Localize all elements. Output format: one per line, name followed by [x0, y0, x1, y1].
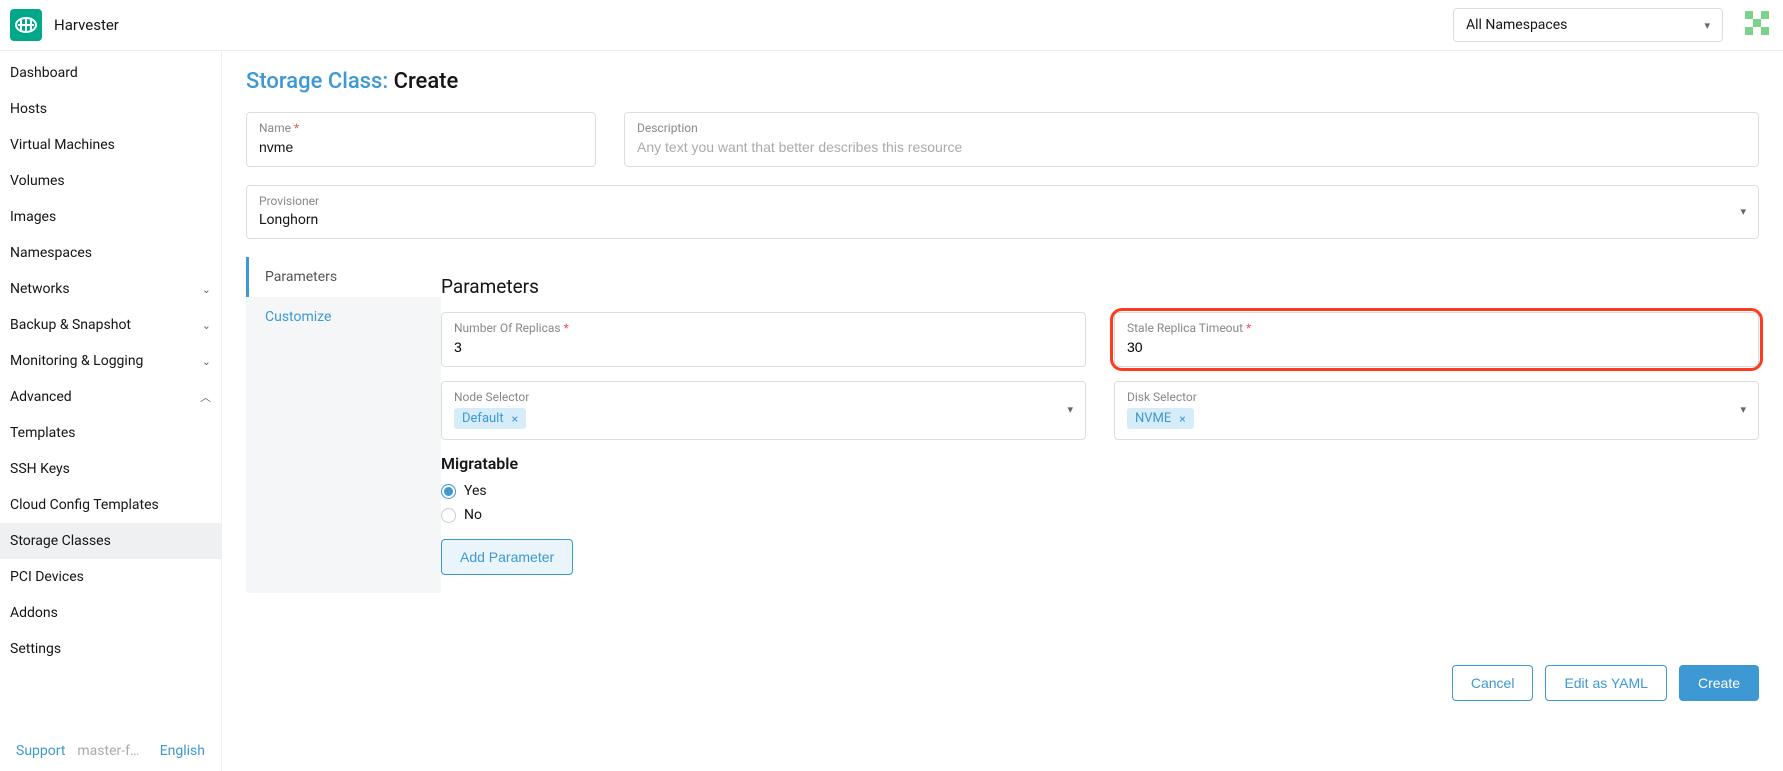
nav-cloud-config-templates[interactable]: Cloud Config Templates [0, 487, 221, 523]
tab-parameters[interactable]: Parameters [246, 257, 441, 297]
chevron-down-icon: ▾ [1740, 205, 1746, 218]
name-label: Name [259, 121, 291, 135]
radio-icon [441, 508, 456, 523]
chevron-down-icon: ⌄ [202, 283, 211, 296]
sidebar: Dashboard Hosts Virtual Machines Volumes… [0, 51, 222, 771]
description-field[interactable]: Description [624, 112, 1759, 167]
namespace-selector-value: All Namespaces [1466, 17, 1567, 33]
description-input[interactable] [637, 139, 1746, 155]
main-content: Storage Class: Create Name * Description… [222, 51, 1783, 771]
sidebar-nav: Dashboard Hosts Virtual Machines Volumes… [0, 51, 221, 731]
nav-addons[interactable]: Addons [0, 595, 221, 631]
nav-images[interactable]: Images [0, 199, 221, 235]
user-avatar[interactable] [1741, 9, 1773, 41]
replicas-label: Number Of Replicas [454, 321, 561, 335]
nav-volumes[interactable]: Volumes [0, 163, 221, 199]
nav-advanced[interactable]: Advanced︿ [0, 379, 221, 415]
version-text: master-f… [77, 743, 139, 759]
sidebar-footer: Support master-f… English [0, 731, 221, 771]
chevron-down-icon: ⌄ [202, 355, 211, 368]
node-selector-field[interactable]: Node Selector Default× ▾ [441, 381, 1086, 440]
nav-templates[interactable]: Templates [0, 415, 221, 451]
tab-customize[interactable]: Customize [249, 297, 441, 337]
provisioner-value: Longhorn [259, 212, 1740, 228]
replicas-input[interactable] [454, 339, 1073, 355]
support-link[interactable]: Support [16, 743, 65, 759]
migratable-no[interactable]: No [441, 507, 1759, 523]
migratable-yes[interactable]: Yes [441, 483, 1759, 499]
app-header: Harvester All Namespaces ▾ [0, 0, 1783, 51]
chevron-down-icon: ▾ [1067, 403, 1073, 416]
footer-actions: Cancel Edit as YAML Create [246, 665, 1759, 701]
brand-logo [10, 9, 42, 41]
stale-label: Stale Replica Timeout [1127, 321, 1243, 335]
nav-settings[interactable]: Settings [0, 631, 221, 667]
nav-dashboard[interactable]: Dashboard [0, 55, 221, 91]
remove-tag-icon[interactable]: × [1179, 412, 1185, 426]
node-selector-tag[interactable]: Default× [454, 408, 526, 429]
stale-replica-timeout-field[interactable]: Stale Replica Timeout * [1114, 312, 1759, 367]
name-input[interactable] [259, 139, 583, 155]
create-button[interactable]: Create [1679, 665, 1759, 701]
provisioner-select[interactable]: Provisioner Longhorn ▾ [246, 185, 1759, 239]
nav-pci-devices[interactable]: PCI Devices [0, 559, 221, 595]
remove-tag-icon[interactable]: × [512, 412, 518, 426]
nav-monitoring-logging[interactable]: Monitoring & Logging⌄ [0, 343, 221, 379]
stale-replica-timeout-input[interactable] [1127, 339, 1746, 355]
disk-selector-label: Disk Selector [1127, 390, 1740, 404]
chevron-up-icon: ︿ [200, 389, 211, 405]
nav-ssh-keys[interactable]: SSH Keys [0, 451, 221, 487]
nav-storage-classes[interactable]: Storage Classes [0, 523, 221, 559]
language-selector[interactable]: English [160, 743, 205, 759]
page-action: Create [394, 69, 459, 94]
migratable-radio-group: Yes No [441, 483, 1759, 523]
add-parameter-button[interactable]: Add Parameter [441, 539, 573, 575]
chevron-down-icon: ▾ [1740, 403, 1746, 416]
radio-icon [441, 484, 456, 499]
chevron-down-icon: ⌄ [202, 319, 211, 332]
page-title: Storage Class: Create [246, 69, 1759, 94]
replicas-field[interactable]: Number Of Replicas * [441, 312, 1086, 367]
disk-selector-tag[interactable]: NVME× [1127, 408, 1194, 429]
namespace-selector[interactable]: All Namespaces ▾ [1453, 8, 1723, 42]
nav-networks[interactable]: Networks⌄ [0, 271, 221, 307]
nav-hosts[interactable]: Hosts [0, 91, 221, 127]
nav-virtual-machines[interactable]: Virtual Machines [0, 127, 221, 163]
provisioner-label: Provisioner [259, 194, 1740, 208]
nav-backup-snapshot[interactable]: Backup & Snapshot⌄ [0, 307, 221, 343]
tab-panel-parameters: Parameters Number Of Replicas * Stale Re… [441, 257, 1759, 593]
edit-as-yaml-button[interactable]: Edit as YAML [1545, 665, 1667, 701]
tab-nav: Parameters Customize [246, 257, 441, 593]
node-selector-label: Node Selector [454, 390, 1067, 404]
name-field[interactable]: Name * [246, 112, 596, 167]
nav-namespaces[interactable]: Namespaces [0, 235, 221, 271]
breadcrumb[interactable]: Storage Class: [246, 69, 388, 94]
panel-title: Parameters [441, 275, 1759, 298]
tabs-container: Parameters Customize Parameters Number O… [246, 257, 1759, 593]
cancel-button[interactable]: Cancel [1452, 665, 1534, 701]
brand-name: Harvester [54, 16, 119, 34]
disk-selector-field[interactable]: Disk Selector NVME× ▾ [1114, 381, 1759, 440]
migratable-label: Migratable [441, 454, 1759, 473]
chevron-down-icon: ▾ [1704, 19, 1710, 32]
description-label: Description [637, 121, 1746, 135]
